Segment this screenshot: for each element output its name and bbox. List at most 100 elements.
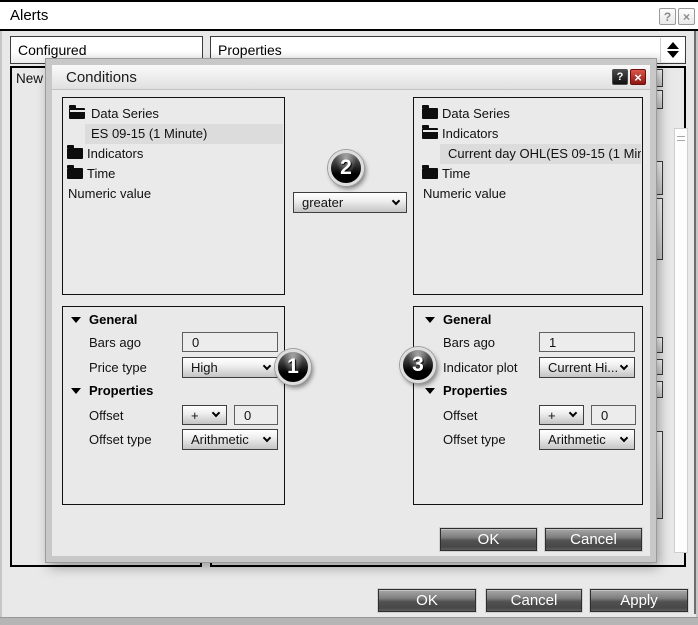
close-icon[interactable]: × — [678, 8, 695, 25]
configured-header-label: Configured — [18, 42, 87, 58]
operator-dropdown-value: greater — [302, 195, 343, 210]
chevron-down-icon — [620, 361, 628, 369]
offset-label: Offset — [443, 408, 477, 423]
tree-item-label: Current day OHL(ES 09-15 (1 Min... — [448, 146, 641, 161]
right-condition-tree: Data Series Indicators Current day OHL(E… — [413, 97, 643, 295]
step-badge-label: 2 — [340, 156, 352, 180]
tree-item-indicators[interactable]: Indicators — [64, 144, 283, 164]
conditions-dialog: Conditions ? × Data Series ES 09-15 (1 M… — [46, 59, 656, 562]
properties-section-header: Properties — [443, 383, 507, 398]
offset-sign-value: + — [191, 408, 199, 423]
offset-type-label: Offset type — [443, 432, 506, 447]
operator-dropdown[interactable]: greater — [293, 192, 407, 213]
ok-button[interactable]: OK — [378, 589, 476, 612]
tree-item-time[interactable]: Time — [415, 164, 641, 184]
tree-item-label: Indicators — [442, 126, 498, 141]
general-section-header: General — [443, 312, 491, 327]
offset-type-value: Arithmetic — [191, 432, 249, 447]
offset-sign-dropdown[interactable]: + — [539, 405, 584, 425]
window-frame-left — [0, 31, 2, 617]
general-section-header: General — [89, 312, 137, 327]
offset-label: Offset — [89, 408, 123, 423]
tree-item-label: Data Series — [91, 106, 159, 121]
step-badge-label: 3 — [412, 353, 424, 377]
collapse-triangle-icon[interactable] — [71, 388, 81, 394]
step-badge-label: 1 — [287, 355, 299, 379]
tree-item-current-day-ohl-selected[interactable]: Current day OHL(ES 09-15 (1 Min... — [415, 144, 641, 164]
cancel-button[interactable]: Cancel — [486, 589, 582, 612]
chevron-down-icon — [263, 433, 271, 441]
tree-item-label: Indicators — [87, 146, 143, 161]
price-type-dropdown[interactable]: High — [182, 357, 278, 378]
offset-type-dropdown[interactable]: Arithmetic — [539, 429, 635, 450]
folder-closed-icon — [67, 148, 83, 159]
properties-scroll-buttons[interactable] — [660, 38, 684, 62]
folder-closed-icon — [422, 168, 438, 179]
left-settings-group: General Bars ago Price type High Propert… — [62, 306, 285, 505]
collapse-triangle-icon[interactable] — [425, 388, 435, 394]
offset-type-value: Arithmetic — [548, 432, 606, 447]
help-icon[interactable]: ? — [612, 69, 628, 85]
price-type-label: Price type — [89, 360, 147, 375]
properties-header-label: Properties — [218, 42, 282, 58]
bars-ago-input[interactable] — [182, 332, 278, 352]
tree-item-label: Time — [442, 166, 470, 181]
indicator-plot-dropdown[interactable]: Current Hi... — [539, 357, 635, 378]
cancel-button[interactable]: Cancel — [545, 528, 642, 551]
chevron-down-icon — [569, 409, 577, 417]
folder-open-icon — [69, 108, 85, 119]
alerts-titlebar: Alerts ? × — [0, 0, 698, 31]
folder-open-icon — [422, 128, 438, 139]
right-settings-group: General Bars ago Indicator plot Current … — [413, 306, 643, 505]
bars-ago-label: Bars ago — [89, 335, 141, 350]
offset-type-label: Offset type — [89, 432, 152, 447]
ok-button-label: OK — [416, 592, 438, 609]
left-condition-tree: Data Series ES 09-15 (1 Minute) Indicato… — [62, 97, 285, 295]
tree-item-indicators[interactable]: Indicators — [415, 124, 641, 144]
indicator-plot-label: Indicator plot — [443, 360, 517, 375]
help-icon[interactable]: ? — [659, 8, 676, 25]
conditions-titlebar: Conditions — [52, 65, 650, 90]
tree-item-time[interactable]: Time — [64, 164, 283, 184]
step-badge-3: 3 — [400, 347, 436, 383]
window-frame-bottom — [0, 617, 698, 625]
offset-input[interactable] — [234, 405, 278, 425]
offset-input[interactable] — [591, 405, 636, 425]
chevron-down-icon — [392, 196, 400, 204]
step-badge-1: 1 — [275, 349, 311, 385]
apply-button[interactable]: Apply — [590, 589, 688, 612]
bars-ago-label: Bars ago — [443, 335, 495, 350]
collapse-triangle-icon[interactable] — [425, 317, 435, 323]
chevron-down-icon — [620, 433, 628, 441]
ok-button-label: OK — [478, 531, 500, 548]
tree-item-numeric-value[interactable]: Numeric value — [415, 184, 641, 204]
price-type-value: High — [191, 360, 218, 375]
vertical-scrollbar[interactable] — [674, 128, 688, 553]
offset-sign-dropdown[interactable]: + — [182, 405, 227, 425]
splitter-grip-icon — [677, 136, 685, 141]
folder-closed-icon — [67, 168, 83, 179]
tree-item-data-series[interactable]: Data Series — [415, 104, 641, 124]
window-title: Alerts — [10, 7, 48, 24]
scroll-down-icon[interactable] — [667, 51, 679, 58]
tree-item-label: Time — [87, 166, 115, 181]
chevron-down-icon — [212, 409, 220, 417]
tree-item-data-series[interactable]: Data Series — [64, 104, 283, 124]
collapse-triangle-icon[interactable] — [71, 317, 81, 323]
apply-button-label: Apply — [620, 592, 658, 609]
tree-item-es-0915-selected[interactable]: ES 09-15 (1 Minute) — [64, 124, 283, 144]
offset-type-dropdown[interactable]: Arithmetic — [182, 429, 278, 450]
indicator-plot-value: Current Hi... — [548, 360, 618, 375]
folder-closed-icon — [422, 108, 438, 119]
step-badge-2: 2 — [328, 150, 364, 186]
tree-item-numeric-value[interactable]: Numeric value — [64, 184, 283, 204]
scroll-up-icon[interactable] — [667, 42, 679, 49]
bars-ago-input[interactable] — [539, 332, 635, 352]
conditions-title: Conditions — [66, 69, 137, 86]
close-icon[interactable]: × — [630, 69, 646, 85]
cancel-button-label: Cancel — [511, 592, 558, 609]
ok-button[interactable]: OK — [440, 528, 537, 551]
offset-sign-value: + — [548, 408, 556, 423]
tree-item-label: Numeric value — [423, 186, 506, 201]
tree-item-label: ES 09-15 (1 Minute) — [91, 126, 207, 141]
